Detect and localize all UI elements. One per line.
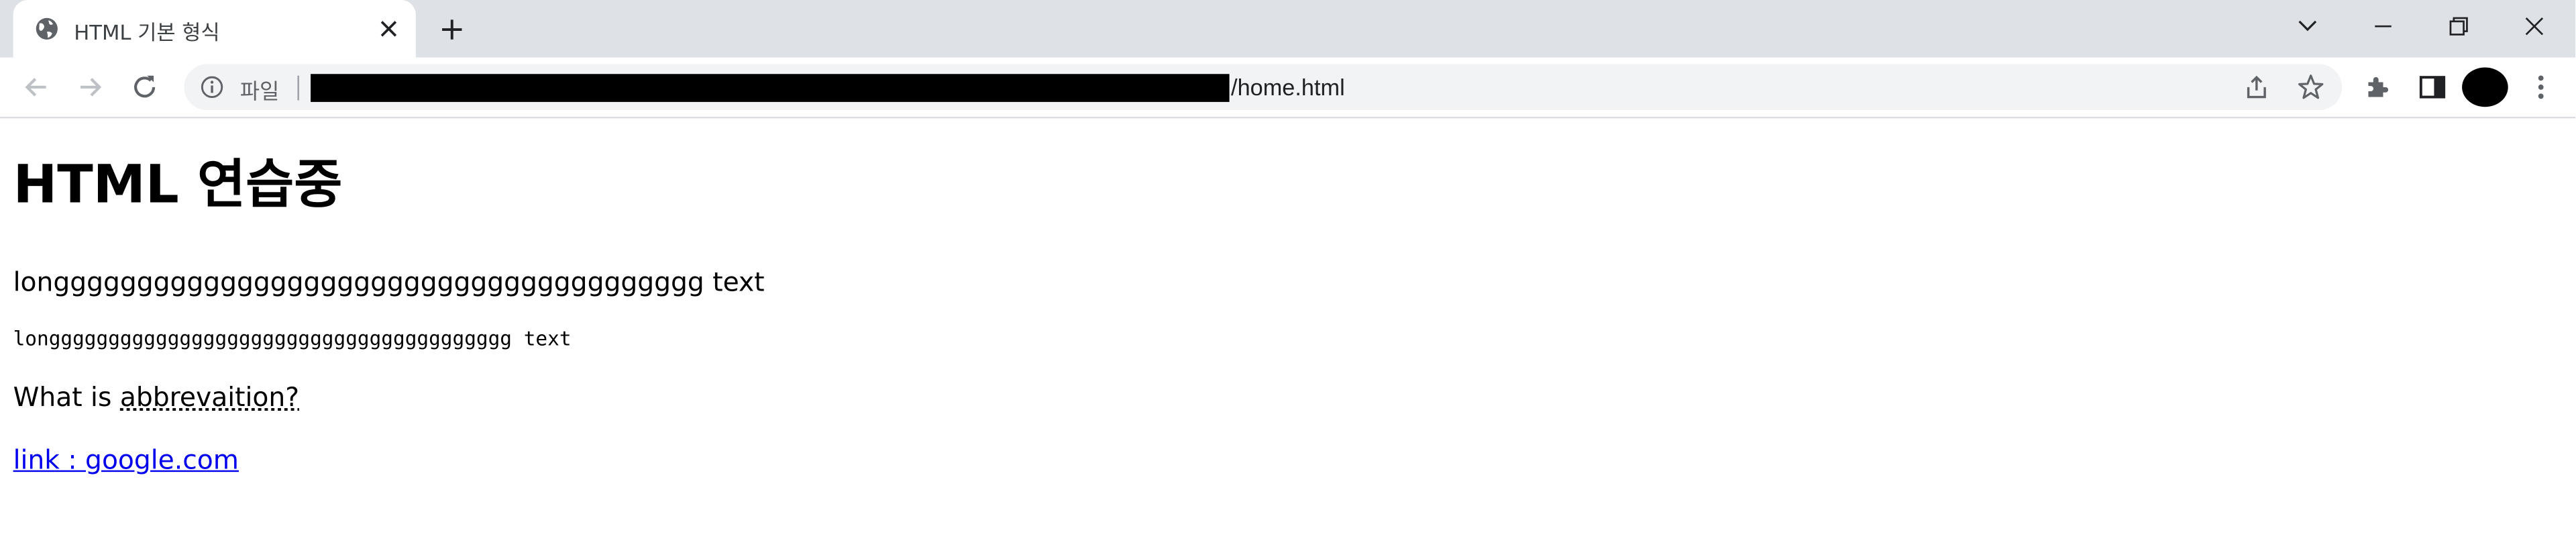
tab-strip: HTML 기본 형식 [0, 0, 2576, 58]
browser-window: HTML 기본 형식 파일 /home.html HTML 연습중 longgg… [0, 0, 2576, 551]
url-redacted-block [311, 74, 1230, 102]
restore-icon [2449, 17, 2468, 36]
tab-search-button[interactable] [2269, 0, 2345, 52]
tab-title: HTML 기본 형식 [74, 19, 220, 45]
tab-active[interactable]: HTML 기본 형식 [13, 0, 416, 58]
abbreviation[interactable]: abbrevaition? [120, 381, 299, 413]
page-content: HTML 연습중 longggggggggggggggggggggggggggg… [0, 118, 2576, 551]
chevron-down-icon [2298, 20, 2317, 32]
monospace-text-paragraph: longgggggggggggggggggggggggggggggggggggg… [13, 327, 572, 350]
reload-icon[interactable] [128, 70, 161, 103]
scheme-divider [297, 75, 299, 101]
arrow-forward-icon[interactable] [74, 70, 107, 103]
avatar[interactable] [2462, 67, 2508, 107]
globe-icon [36, 17, 58, 40]
share-icon[interactable] [2242, 72, 2271, 102]
side-panel-icon[interactable] [2416, 70, 2449, 103]
tab-close-icon[interactable] [375, 15, 403, 43]
abbreviation-prefix: What is [13, 381, 120, 413]
arrow-back-icon[interactable] [19, 70, 52, 103]
star-icon[interactable] [2296, 72, 2326, 102]
plus-icon[interactable] [435, 13, 468, 46]
minimize-button[interactable] [2345, 0, 2421, 52]
restore-button[interactable] [2421, 0, 2497, 52]
page-title: HTML 연습중 [13, 152, 343, 215]
minimize-icon [2375, 25, 2392, 28]
abbreviation-paragraph: What is abbrevaition? [13, 381, 299, 413]
info-icon[interactable] [201, 76, 223, 99]
address-bar[interactable]: 파일 /home.html [184, 64, 2343, 111]
close-icon [2525, 17, 2544, 36]
puzzle-icon[interactable] [2362, 70, 2395, 103]
google-link[interactable]: link : google.com [13, 444, 239, 476]
long-text-paragraph: longgggggggggggggggggggggggggggggggggggg… [13, 266, 765, 298]
scheme-label: 파일 [239, 81, 280, 105]
kebab-menu-icon[interactable] [2524, 70, 2557, 103]
close-window-button[interactable] [2497, 0, 2573, 52]
browser-toolbar: 파일 /home.html [0, 57, 2576, 119]
link-paragraph: link : google.com [13, 444, 239, 476]
url-text: /home.html [1231, 74, 1345, 101]
